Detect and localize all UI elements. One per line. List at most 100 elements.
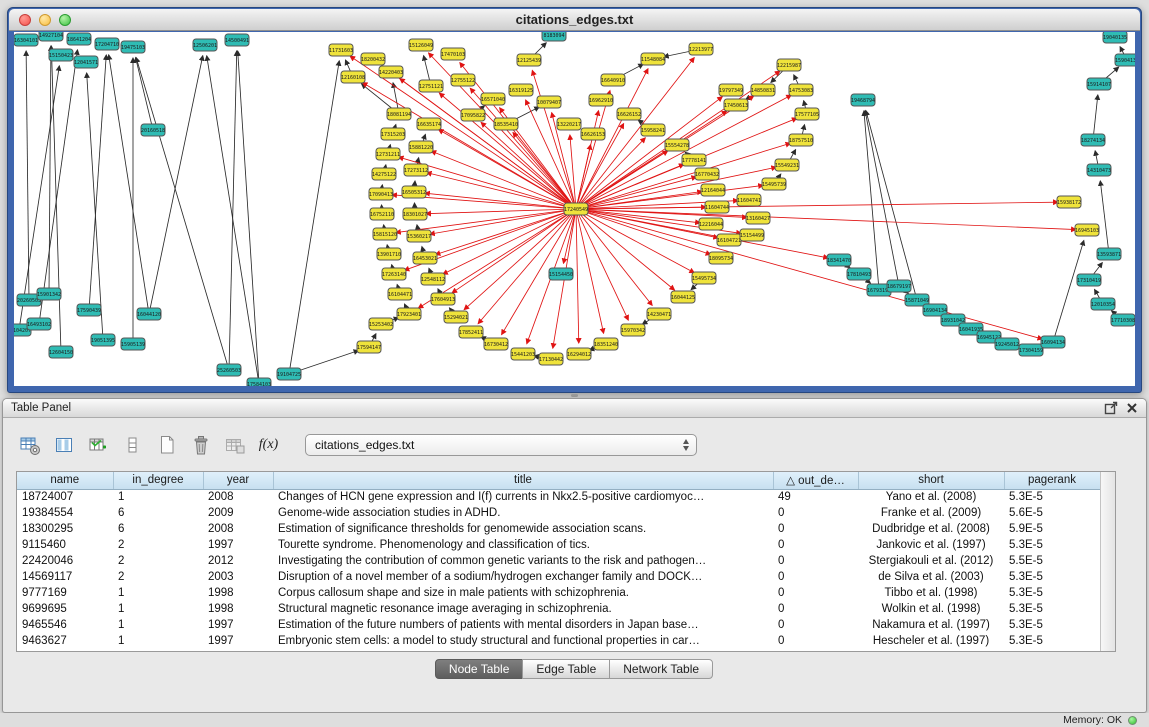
- function-builder-button[interactable]: f(x): [255, 432, 282, 458]
- cell-title[interactable]: Tourette syndrome. Phenomenology and cla…: [273, 537, 773, 553]
- tab-node-table[interactable]: Node Table: [435, 659, 524, 679]
- cell-pagerank[interactable]: 5.3E-5: [1004, 489, 1100, 505]
- cell-name[interactable]: 9465546: [17, 617, 113, 633]
- cell-out_degree[interactable]: 0: [773, 505, 858, 521]
- cell-in_degree[interactable]: 1: [113, 585, 203, 601]
- show-columns-button[interactable]: [51, 432, 78, 458]
- cell-pagerank[interactable]: 5.3E-5: [1004, 569, 1100, 585]
- network-canvas[interactable]: 1724054911731603182004321216010814220403…: [14, 32, 1135, 386]
- cell-in_degree[interactable]: 1: [113, 633, 203, 649]
- table-row[interactable]: 946554611997Estimation of the future num…: [17, 617, 1100, 633]
- cell-out_degree[interactable]: 0: [773, 553, 858, 569]
- cell-year[interactable]: 2008: [203, 521, 273, 537]
- column-header-name[interactable]: name: [17, 472, 113, 489]
- cell-year[interactable]: 2009: [203, 505, 273, 521]
- cell-name[interactable]: 19384554: [17, 505, 113, 521]
- cell-name[interactable]: 9115460: [17, 537, 113, 553]
- cell-name[interactable]: 14569117: [17, 569, 113, 585]
- cell-title[interactable]: Estimation of significance thresholds fo…: [273, 521, 773, 537]
- table-selector-dropdown[interactable]: citations_edges.txt: [305, 434, 697, 456]
- cell-short[interactable]: Jankovic et al. (1997): [858, 537, 1004, 553]
- cell-out_degree[interactable]: 0: [773, 521, 858, 537]
- table-row[interactable]: 969969511998Structural magnetic resonanc…: [17, 601, 1100, 617]
- close-panel-icon[interactable]: [1126, 402, 1138, 414]
- cell-year[interactable]: 2003: [203, 569, 273, 585]
- column-header-year[interactable]: year: [203, 472, 273, 489]
- table-row[interactable]: 911546021997Tourette syndrome. Phenomeno…: [17, 537, 1100, 553]
- delete-table-button[interactable]: [187, 432, 214, 458]
- cell-title[interactable]: Estimation of the future numbers of pati…: [273, 617, 773, 633]
- cell-year[interactable]: 1997: [203, 617, 273, 633]
- cell-name[interactable]: 9463627: [17, 633, 113, 649]
- cell-short[interactable]: Franke et al. (2009): [858, 505, 1004, 521]
- cell-title[interactable]: Structural magnetic resonance image aver…: [273, 601, 773, 617]
- cell-short[interactable]: Dudbridge et al. (2008): [858, 521, 1004, 537]
- cell-short[interactable]: Stergiakouli et al. (2012): [858, 553, 1004, 569]
- cell-in_degree[interactable]: 1: [113, 617, 203, 633]
- tab-edge-table[interactable]: Edge Table: [522, 659, 610, 679]
- table-row[interactable]: 1872400712008Changes of HCN gene express…: [17, 489, 1100, 505]
- cell-year[interactable]: 1997: [203, 633, 273, 649]
- cell-name[interactable]: 18724007: [17, 489, 113, 505]
- cell-year[interactable]: 2008: [203, 489, 273, 505]
- cell-in_degree[interactable]: 2: [113, 537, 203, 553]
- table-row[interactable]: 2242004622012Investigating the contribut…: [17, 553, 1100, 569]
- table-row[interactable]: 1938455462009Genome-wide association stu…: [17, 505, 1100, 521]
- column-header-pagerank[interactable]: pagerank: [1004, 472, 1100, 489]
- cell-in_degree[interactable]: 6: [113, 505, 203, 521]
- cell-title[interactable]: Corpus callosum shape and size in male p…: [273, 585, 773, 601]
- cell-out_degree[interactable]: 0: [773, 537, 858, 553]
- cell-pagerank[interactable]: 5.3E-5: [1004, 633, 1100, 649]
- cell-out_degree[interactable]: 0: [773, 601, 858, 617]
- column-header-out_degree[interactable]: △ out_de…: [773, 472, 858, 489]
- cell-name[interactable]: 9777169: [17, 585, 113, 601]
- cell-short[interactable]: de Silva et al. (2003): [858, 569, 1004, 585]
- cell-title[interactable]: Embryonic stem cells: a model to study s…: [273, 633, 773, 649]
- float-panel-icon[interactable]: [1104, 401, 1118, 415]
- table-row[interactable]: 1830029562008Estimation of significance …: [17, 521, 1100, 537]
- cell-out_degree[interactable]: 0: [773, 633, 858, 649]
- cell-in_degree[interactable]: 1: [113, 489, 203, 505]
- network-graph[interactable]: 1724054911731603182004321216010814220403…: [14, 32, 1135, 386]
- cell-year[interactable]: 1997: [203, 537, 273, 553]
- cell-year[interactable]: 1998: [203, 585, 273, 601]
- cell-out_degree[interactable]: 0: [773, 617, 858, 633]
- column-header-title[interactable]: title: [273, 472, 773, 489]
- cell-short[interactable]: Wolkin et al. (1998): [858, 601, 1004, 617]
- cell-title[interactable]: Changes of HCN gene expression and I(f) …: [273, 489, 773, 505]
- table-row[interactable]: 1456911722003Disruption of a novel membe…: [17, 569, 1100, 585]
- column-header-short[interactable]: short: [858, 472, 1004, 489]
- cell-short[interactable]: Nakamura et al. (1997): [858, 617, 1004, 633]
- cell-pagerank[interactable]: 5.6E-5: [1004, 505, 1100, 521]
- new-table-button[interactable]: [153, 432, 180, 458]
- cell-short[interactable]: Hescheler et al. (1997): [858, 633, 1004, 649]
- cell-in_degree[interactable]: 2: [113, 553, 203, 569]
- cell-out_degree[interactable]: 49: [773, 489, 858, 505]
- cell-short[interactable]: Tibbo et al. (1998): [858, 585, 1004, 601]
- cell-name[interactable]: 9699695: [17, 601, 113, 617]
- cell-pagerank[interactable]: 5.3E-5: [1004, 585, 1100, 601]
- cell-in_degree[interactable]: 6: [113, 521, 203, 537]
- table-scrollbar[interactable]: [1100, 472, 1115, 651]
- cell-name[interactable]: 18300295: [17, 521, 113, 537]
- import-table-button[interactable]: [221, 432, 248, 458]
- cell-in_degree[interactable]: 1: [113, 601, 203, 617]
- cell-pagerank[interactable]: 5.9E-5: [1004, 521, 1100, 537]
- cell-title[interactable]: Disruption of a novel member of a sodium…: [273, 569, 773, 585]
- rows-button[interactable]: [119, 432, 146, 458]
- cell-pagerank[interactable]: 5.5E-5: [1004, 553, 1100, 569]
- cell-year[interactable]: 1998: [203, 601, 273, 617]
- cell-title[interactable]: Genome-wide association studies in ADHD.: [273, 505, 773, 521]
- cell-in_degree[interactable]: 2: [113, 569, 203, 585]
- cell-pagerank[interactable]: 5.3E-5: [1004, 537, 1100, 553]
- cell-title[interactable]: Investigating the contribution of common…: [273, 553, 773, 569]
- table-row[interactable]: 946362711997Embryonic stem cells: a mode…: [17, 633, 1100, 649]
- cell-pagerank[interactable]: 5.3E-5: [1004, 617, 1100, 633]
- cell-name[interactable]: 22420046: [17, 553, 113, 569]
- table-panel-titlebar[interactable]: Table Panel: [3, 399, 1146, 418]
- cell-short[interactable]: Yano et al. (2008): [858, 489, 1004, 505]
- add-column-button[interactable]: [85, 432, 112, 458]
- table-settings-button[interactable]: [17, 432, 44, 458]
- cell-pagerank[interactable]: 5.3E-5: [1004, 601, 1100, 617]
- tab-network-table[interactable]: Network Table: [609, 659, 713, 679]
